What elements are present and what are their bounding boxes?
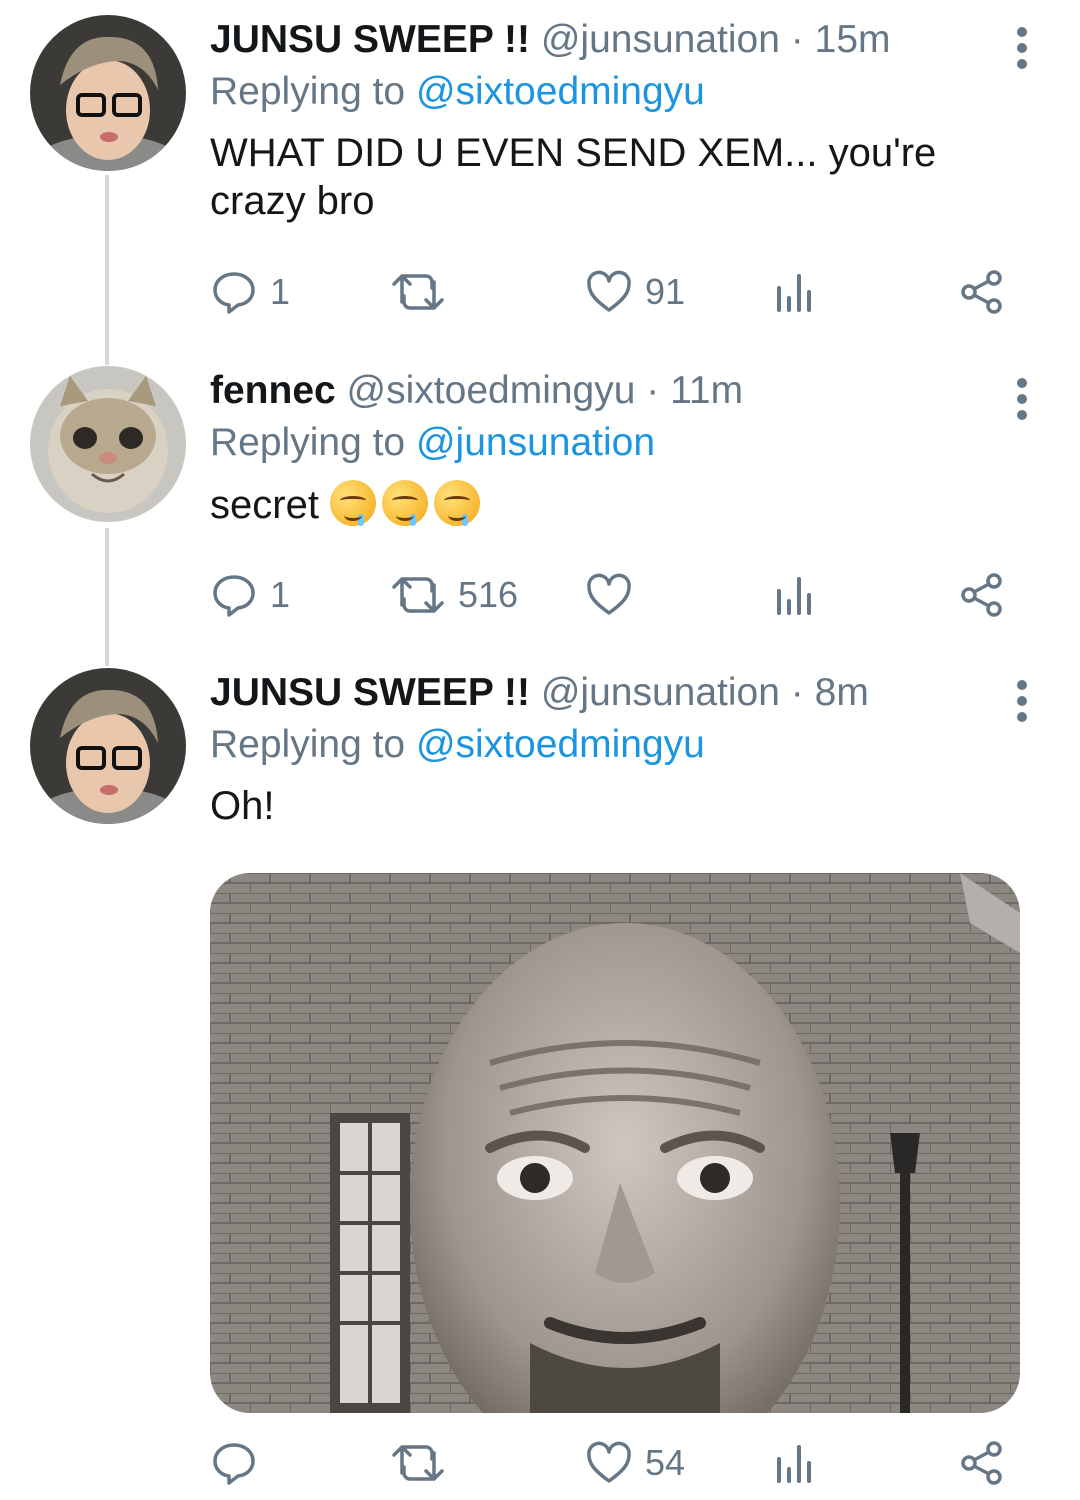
analytics-icon (777, 1445, 811, 1483)
display-name[interactable]: fennec (210, 369, 336, 412)
reply-button[interactable]: 1 (210, 262, 290, 322)
thread-line (105, 528, 109, 666)
reply-icon (213, 575, 255, 617)
retweet-button[interactable]: 516 (390, 565, 518, 625)
analytics-icon (777, 577, 811, 615)
retweet-icon (392, 274, 444, 310)
mention-link[interactable]: @sixtoedmingyu (416, 723, 705, 766)
more-options-button[interactable] (1012, 378, 1032, 438)
tweet-body: JUNSU SWEEP !! @junsunation · 15m Replyi… (210, 15, 1032, 225)
tweet-media-image[interactable] (210, 873, 1020, 1413)
mention-link[interactable]: @sixtoedmingyu (416, 70, 705, 113)
tweet-header: fennec @sixtoedmingyu · 11m (210, 366, 1032, 416)
timestamp[interactable]: 15m (815, 18, 891, 61)
retweet-count: 516 (458, 574, 519, 615)
tweet-body: JUNSU SWEEP !! @junsunation · 8m Replyin… (210, 668, 1032, 830)
replying-to: Replying to @sixtoedmingyu (210, 67, 1032, 117)
retweet-button[interactable] (390, 262, 458, 322)
share-button[interactable] (960, 565, 1004, 625)
action-bar: 54 (210, 1433, 1020, 1493)
reply-count: 1 (270, 574, 291, 615)
tweet-body: fennec @sixtoedmingyu · 11m Replying to … (210, 366, 1032, 529)
share-icon (961, 270, 1002, 314)
reply-button[interactable]: 1 (210, 565, 290, 625)
handle[interactable]: @junsunation (541, 671, 780, 714)
like-button[interactable] (585, 565, 645, 625)
reply-count: 1 (270, 271, 291, 312)
more-options-button[interactable] (1012, 680, 1032, 740)
tweet-header: JUNSU SWEEP !! @junsunation · 8m (210, 668, 1032, 718)
analytics-button[interactable] (775, 262, 815, 322)
action-bar: 1 516 (210, 565, 1020, 625)
tweet-text: secret (210, 480, 1032, 529)
tweet-header: JUNSU SWEEP !! @junsunation · 15m (210, 15, 1032, 65)
drooling-face-emoji (330, 480, 377, 526)
separator-dot: · (790, 18, 804, 61)
more-vertical-icon (1017, 27, 1027, 37)
avatar[interactable] (30, 366, 186, 522)
replying-prefix: Replying to (210, 421, 406, 464)
heart-icon (587, 270, 631, 312)
drooling-face-emoji (382, 480, 429, 526)
display-name[interactable]: JUNSU SWEEP !! (210, 18, 530, 61)
separator-dot: · (790, 671, 804, 714)
drooling-face-emoji (434, 480, 481, 526)
like-button[interactable]: 54 (585, 1433, 685, 1493)
share-icon (961, 1441, 1002, 1485)
heart-icon (587, 1441, 631, 1483)
like-button[interactable]: 91 (585, 262, 685, 322)
retweet-icon (392, 1445, 444, 1481)
reply-icon (213, 272, 255, 314)
share-button[interactable] (960, 262, 1004, 322)
tweet-text: WHAT DID U EVEN SEND XEM... you're crazy… (210, 131, 937, 223)
like-count: 54 (645, 1442, 686, 1483)
replying-prefix: Replying to (210, 70, 406, 113)
timestamp[interactable]: 8m (815, 671, 869, 714)
timestamp[interactable]: 11m (670, 369, 743, 412)
mention-link[interactable]: @junsunation (416, 421, 655, 464)
share-button[interactable] (960, 1433, 1004, 1493)
action-bar: 1 91 (210, 262, 1020, 322)
reply-button[interactable] (210, 1433, 270, 1493)
analytics-button[interactable] (775, 1433, 815, 1493)
avatar[interactable] (30, 668, 186, 824)
replying-to: Replying to @sixtoedmingyu (210, 720, 1032, 770)
handle[interactable]: @junsunation (541, 18, 780, 61)
analytics-button[interactable] (775, 565, 815, 625)
more-options-button[interactable] (1012, 27, 1032, 87)
retweet-icon (392, 577, 444, 613)
retweet-button[interactable] (390, 1433, 458, 1493)
replying-prefix: Replying to (210, 723, 406, 766)
tweet-text: Oh! (210, 784, 275, 828)
handle[interactable]: @sixtoedmingyu (347, 369, 636, 412)
thread-line (105, 175, 109, 365)
heart-icon (587, 573, 631, 615)
more-vertical-icon (1017, 378, 1027, 388)
share-icon (961, 573, 1002, 617)
reply-icon (213, 1443, 255, 1485)
tweet-text-content: secret (210, 483, 319, 527)
more-vertical-icon (1017, 680, 1027, 690)
avatar[interactable] (30, 15, 186, 171)
separator-dot: · (646, 369, 660, 412)
like-count: 91 (645, 271, 686, 312)
analytics-icon (777, 274, 811, 312)
replying-to: Replying to @junsunation (210, 418, 1032, 468)
display-name[interactable]: JUNSU SWEEP !! (210, 671, 530, 714)
